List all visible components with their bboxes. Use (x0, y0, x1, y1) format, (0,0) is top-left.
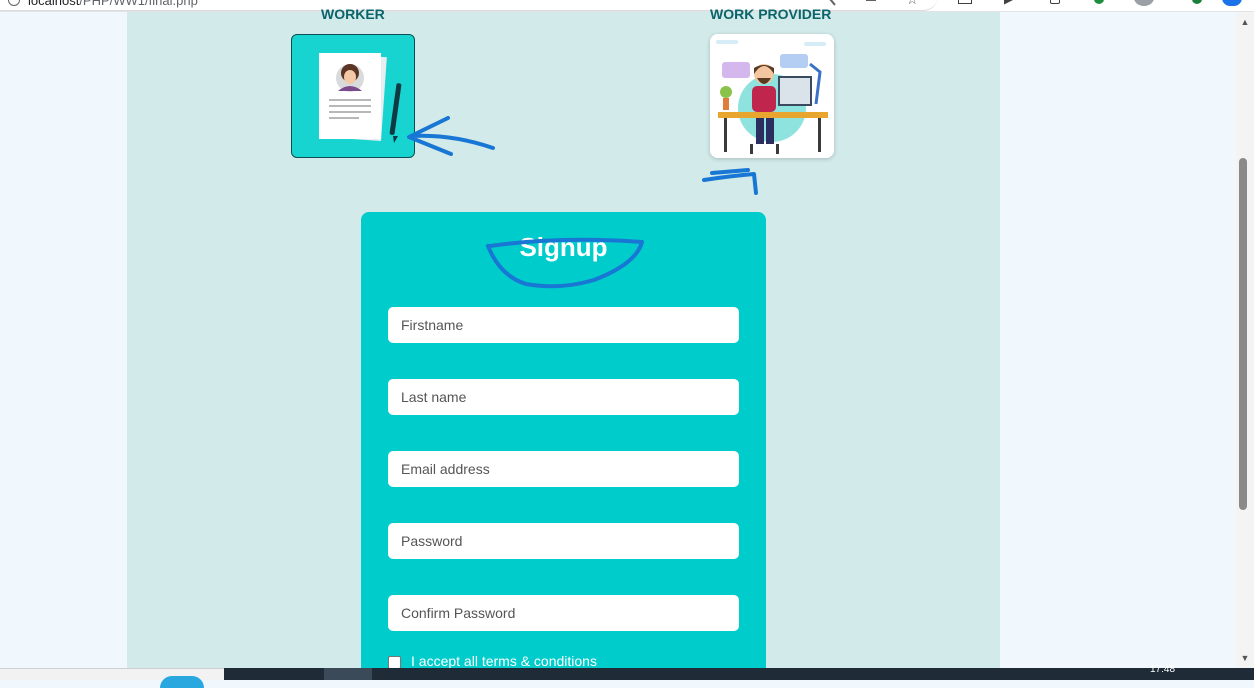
url-text[interactable]: localhost/PHP/WW1/final.php (28, 0, 198, 8)
taskbar-widget-icon[interactable] (160, 676, 204, 688)
signup-form: Signup I accept all terms & conditions (361, 212, 766, 672)
install-app-icon[interactable] (866, 0, 876, 1)
worker-card[interactable] (291, 34, 415, 158)
person-at-desk-illustration-icon (710, 34, 834, 158)
scrollbar-thumb[interactable] (1239, 158, 1247, 510)
worker-title: WORKER (321, 6, 385, 22)
password-input[interactable] (388, 523, 739, 559)
security-extension-icon[interactable] (1094, 0, 1104, 4)
email-input[interactable] (388, 451, 739, 487)
taskbar-clock[interactable]: 17:48 (1150, 664, 1175, 675)
vertical-scrollbar[interactable]: ▲ ▼ (1236, 12, 1254, 668)
resume-document-icon (319, 52, 402, 143)
url-path: /PHP/WW1/final.php (79, 0, 198, 8)
signup-title: Signup (519, 232, 608, 262)
firstname-input[interactable] (388, 307, 739, 343)
lastname-input[interactable] (388, 379, 739, 415)
taskbar: 17:48 (0, 664, 1254, 688)
work-provider-title: WORK PROVIDER (710, 6, 832, 22)
extension-blue-icon[interactable] (1222, 0, 1242, 6)
confirm-password-input[interactable] (388, 595, 739, 631)
profile-avatar-icon[interactable] (1134, 0, 1154, 6)
extensions-icon[interactable] (1050, 0, 1060, 4)
bookmark-star-icon[interactable]: ☆ (906, 0, 919, 7)
terms-label[interactable]: I accept all terms & conditions (411, 653, 597, 669)
browser-toolbar: localhost/PHP/WW1/final.php ☆ ▶ (0, 0, 1254, 12)
url-host: localhost (28, 0, 80, 8)
page-content: WORKER WORK PROVIDER Signup Firstname La… (127, 6, 1000, 672)
split-screen-icon[interactable] (958, 0, 972, 4)
taskbar-active-app[interactable] (324, 668, 372, 680)
media-play-icon[interactable]: ▶ (1004, 0, 1016, 6)
extension-green-icon[interactable] (1192, 0, 1202, 4)
scroll-down-icon[interactable]: ▼ (1236, 652, 1254, 664)
scroll-up-icon[interactable]: ▲ (1236, 16, 1254, 28)
work-provider-card[interactable] (710, 34, 834, 158)
